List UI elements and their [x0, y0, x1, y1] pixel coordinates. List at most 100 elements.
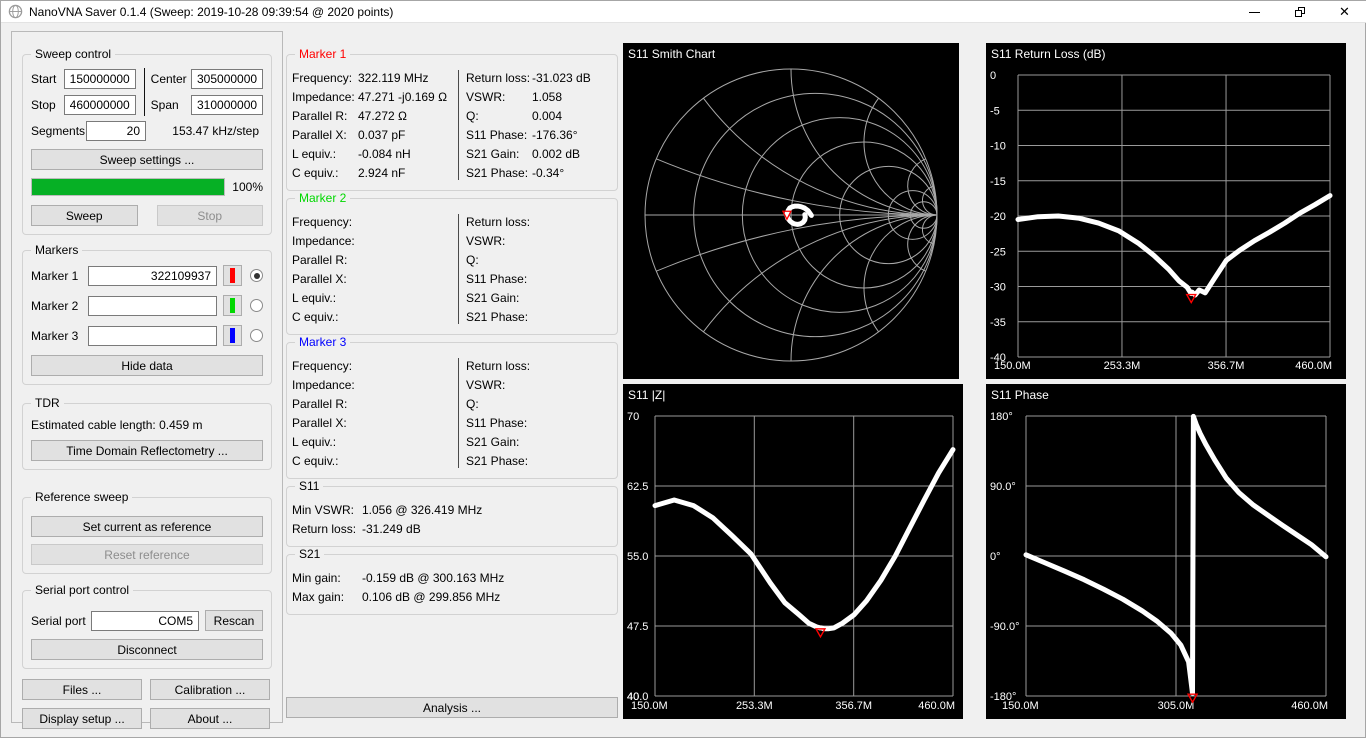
start-label: Start: [31, 72, 57, 86]
marker-select-radio[interactable]: [250, 299, 263, 312]
about-button[interactable]: About ...: [150, 708, 270, 729]
svg-text:180°: 180°: [990, 411, 1013, 423]
stop-button[interactable]: Stop: [156, 205, 263, 226]
field-label: Parallel R:: [292, 252, 348, 267]
marker-frequency-input[interactable]: [88, 295, 217, 316]
data-field-row: Parallel R: 47.272 Ω: [292, 106, 458, 125]
field-label: Parallel X:: [292, 415, 347, 430]
display-setup-button[interactable]: Display setup ...: [22, 708, 142, 729]
data-field-row: Q:: [466, 394, 617, 413]
reset-reference-button[interactable]: Reset reference: [31, 544, 263, 565]
svg-text:150.0M: 150.0M: [631, 700, 668, 712]
marker-select-radio[interactable]: [250, 329, 263, 342]
s11-phase-chart[interactable]: 180° 90.0° 0° -90.0° -180° 150.0M 305.0M 460.0M…: [986, 384, 1346, 719]
data-field-row: S21 Gain: 0.002 dB: [466, 144, 617, 163]
hide-data-button[interactable]: Hide data: [31, 355, 263, 376]
s11-impedance-chart[interactable]: 70 62.5 55.0 47.5 40.0 40 150.0M 253.3M 356.7M 46…: [623, 384, 963, 719]
title-bar: NanoVNA Saver 0.1.4 (Sweep: 2019-10-28 0…: [1, 1, 1366, 23]
serial-port-label: Serial port: [31, 613, 86, 628]
calibration-button[interactable]: Calibration ...: [150, 679, 270, 700]
marker-color-swatch: [230, 268, 235, 283]
svg-text:150.0M: 150.0M: [994, 360, 1031, 372]
svg-text:253.3M: 253.3M: [736, 700, 773, 712]
data-field-row: VSWR:: [466, 375, 617, 394]
svg-text:460.0M: 460.0M: [1291, 700, 1328, 712]
files-button[interactable]: Files ...: [22, 679, 142, 700]
data-field-row: S11 Phase:: [466, 413, 617, 432]
data-field-row: S11 Phase: -176.36°: [466, 125, 617, 144]
radio-dot: [253, 272, 260, 279]
left-column: Frequency: 322.119 MHz Impedance: 47.271 -j…: [292, 68, 458, 182]
s11-return-loss-chart[interactable]: 0 -5 -10 -15 -20 -25 -30 -35 -40 150.0M 253.3M 356.…: [986, 43, 1346, 379]
sweep-settings-button[interactable]: Sweep settings ...: [31, 149, 263, 170]
data-field-row: L equiv.:: [292, 288, 458, 307]
marker-box-columns: Frequency: Impedance: Parallel R: Parallel …: [292, 356, 612, 470]
s11-smith-chart[interactable]: S11 Smith Chart: [623, 43, 959, 379]
marker-row: Marker 2: [31, 295, 263, 316]
start-input[interactable]: [63, 69, 136, 89]
field-label: Impedance:: [292, 233, 355, 248]
field-label: Parallel X:: [292, 127, 347, 142]
rescan-button[interactable]: Rescan: [205, 610, 263, 631]
marker-label: Marker 1: [31, 268, 79, 283]
marker-color-button[interactable]: [223, 265, 242, 286]
marker-frequency-input[interactable]: [88, 325, 217, 346]
data-field-row: Return loss: -31.249 dB: [292, 519, 612, 538]
set-reference-button[interactable]: Set current as reference: [31, 516, 263, 537]
marker-detail-box: Marker 3 Frequency: Impedance: Parallel R: P…: [286, 335, 618, 479]
field-label: Impedance:: [292, 89, 355, 104]
data-field-row: L equiv.:: [292, 432, 458, 451]
data-field-row: Return loss: -31.023 dB: [466, 68, 617, 87]
data-field-row: VSWR:: [466, 231, 617, 250]
field-label: Return loss:: [292, 521, 357, 536]
analysis-button[interactable]: Analysis ...: [286, 697, 618, 718]
z-chart-svg: 7062.555.047.540.040150.0M 253.3M 356.7M 46…: [627, 388, 956, 712]
segments-input[interactable]: [86, 121, 146, 141]
center-input[interactable]: [191, 69, 263, 89]
svg-text:S11 Smith Chart: S11 Smith Chart: [628, 47, 716, 61]
field-label: Return loss:: [466, 214, 531, 229]
marker-color-swatch: [230, 328, 235, 343]
data-field-row: S21 Gain:: [466, 432, 617, 451]
sweep-button[interactable]: Sweep: [31, 205, 138, 226]
window-title: NanoVNA Saver 0.1.4 (Sweep: 2019-10-28 0…: [29, 4, 394, 19]
marker-detail-box: Marker 2 Frequency: Impedance: Parallel R: P…: [286, 191, 618, 335]
stop-label: Stop: [31, 98, 56, 112]
stop-input[interactable]: [63, 95, 136, 115]
disconnect-button[interactable]: Disconnect: [31, 639, 263, 660]
field-value: 1.058: [532, 89, 563, 104]
marker-frequency-input[interactable]: [88, 265, 217, 286]
marker-label: Marker 2: [31, 298, 79, 313]
marker-box-columns: Frequency: 322.119 MHz Impedance: 47.271 -j…: [292, 68, 612, 182]
group-title: Reference sweep: [31, 490, 133, 504]
marker-color-button[interactable]: [223, 325, 242, 346]
marker-box-title: Marker 2: [295, 191, 351, 205]
field-label: Impedance:: [292, 377, 355, 392]
field-label: Q:: [466, 396, 479, 411]
serial-port-input[interactable]: [91, 610, 199, 631]
field-label: C equiv.:: [292, 165, 339, 180]
field-label: Min VSWR:: [292, 502, 355, 517]
control-panel: Sweep control Start Center Stop Span Seg…: [11, 31, 283, 729]
field-value: -31.249 dB: [362, 521, 421, 536]
tdr-group: TDR Estimated cable length: 0.459 m Time…: [22, 396, 272, 470]
span-input[interactable]: [191, 95, 263, 115]
marker-color-button[interactable]: [223, 295, 242, 316]
rl-chart-svg: 0-5-10-15-20-25-30-35-40150.0M 253.3M 356.…: [990, 47, 1333, 372]
field-label: S11 Phase:: [466, 127, 528, 142]
field-label: S21 Gain:: [466, 146, 520, 161]
restore-button[interactable]: [1277, 1, 1322, 23]
tdr-button[interactable]: Time Domain Reflectometry ...: [31, 440, 263, 461]
result-box-title: S21: [295, 547, 325, 561]
field-label: Parallel R:: [292, 108, 348, 123]
field-label: S21 Phase:: [466, 453, 529, 468]
step-size-info: 153.47 kHz/step: [172, 124, 259, 138]
cable-length-value: 0.459 m: [159, 418, 203, 432]
minimize-button[interactable]: [1232, 1, 1277, 23]
marker-select-radio[interactable]: [250, 269, 263, 282]
field-value: 0.004: [532, 108, 563, 123]
close-button[interactable]: ✕: [1322, 1, 1366, 23]
serial-port-group: Serial port control Serial port Rescan D…: [22, 583, 272, 669]
result-box: S21 Min gain: -0.159 dB @ 300.163 MHz Max g…: [286, 547, 618, 615]
svg-text:460.0M: 460.0M: [1295, 360, 1332, 372]
